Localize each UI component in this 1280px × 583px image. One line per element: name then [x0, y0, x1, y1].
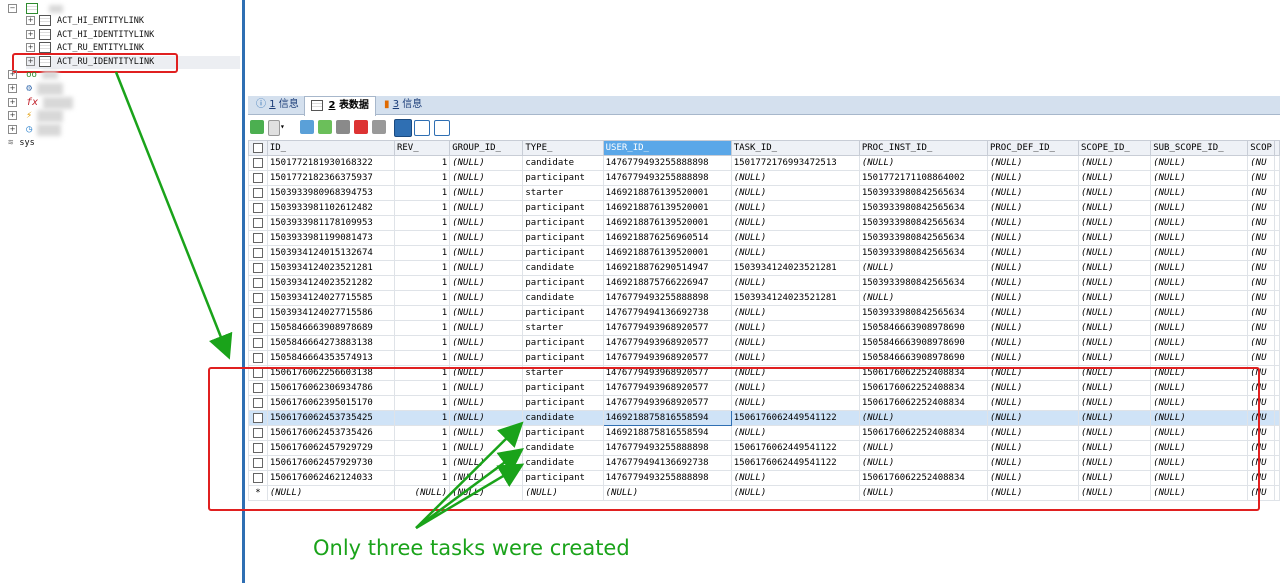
annotation-arrows [114, 71, 525, 530]
arrow-task-2 [415, 448, 525, 530]
annotation-text: Only three tasks were created [313, 536, 630, 560]
arrow-to-rows [114, 71, 233, 360]
